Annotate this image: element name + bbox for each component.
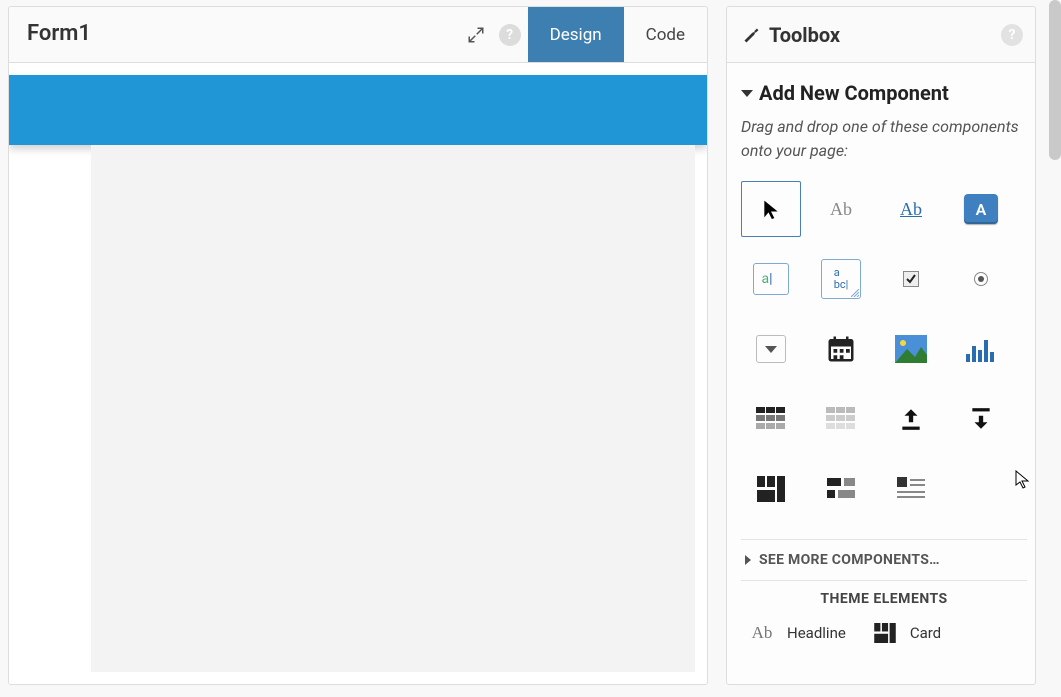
component-link[interactable]: Ab — [881, 181, 941, 237]
canvas-drop-area[interactable] — [91, 145, 695, 672]
help-icon[interactable]: ? — [492, 7, 528, 62]
caret-right-icon — [745, 555, 751, 565]
component-repeating-panel[interactable] — [811, 391, 871, 447]
component-textbox[interactable]: a| — [741, 251, 801, 307]
add-component-section[interactable]: Add New Component — [741, 81, 1027, 105]
component-data-grid[interactable] — [741, 391, 801, 447]
component-checkbox[interactable] — [881, 251, 941, 307]
component-rich-text[interactable] — [881, 461, 941, 517]
toolbox-panel: Toolbox ? Add New Component Drag and dro… — [726, 6, 1036, 685]
component-textarea[interactable]: abc| — [811, 251, 871, 307]
wrench-icon — [743, 26, 761, 44]
form-canvas[interactable] — [9, 63, 707, 684]
component-column-panel[interactable] — [741, 461, 801, 517]
theme-elements-header: THEME ELEMENTS — [741, 580, 1027, 615]
expand-icon[interactable] — [460, 7, 492, 62]
theme-item-headline[interactable]: Ab Headline — [747, 619, 846, 647]
theme-card-label: Card — [910, 624, 941, 642]
component-image[interactable] — [881, 321, 941, 377]
scrollbar[interactable] — [1049, 0, 1061, 160]
component-dropdown[interactable] — [741, 321, 801, 377]
component-plot[interactable] — [951, 321, 1011, 377]
component-file-upload[interactable] — [881, 391, 941, 447]
theme-headline-label: Headline — [787, 624, 846, 642]
component-file-download[interactable] — [951, 391, 1011, 447]
section-title-text: Add New Component — [759, 81, 949, 105]
toolbox-header: Toolbox ? — [727, 7, 1035, 63]
help-icon[interactable]: ? — [1001, 24, 1023, 46]
form-header: Form1 ? Design Code — [9, 7, 707, 63]
caret-down-icon — [741, 90, 753, 97]
see-more-components[interactable]: SEE MORE COMPONENTS… — [741, 539, 1027, 580]
toolbox-title-text: Toolbox — [769, 23, 840, 47]
see-more-label: SEE MORE COMPONENTS… — [759, 552, 940, 568]
app-bar-component[interactable] — [9, 75, 707, 145]
component-grid: Ab Ab A a| abc| — [741, 181, 1027, 517]
help-text: Drag and drop one of these components on… — [741, 115, 1027, 163]
form-title: Form1 — [9, 7, 460, 62]
tab-code[interactable]: Code — [624, 7, 707, 62]
tab-design[interactable]: Design — [528, 7, 624, 62]
theme-item-card[interactable]: Card — [870, 619, 941, 647]
card-icon — [870, 619, 900, 647]
component-label[interactable]: Ab — [811, 181, 871, 237]
component-pointer[interactable] — [741, 181, 801, 237]
component-datepicker[interactable] — [811, 321, 871, 377]
component-button[interactable]: A — [951, 181, 1011, 237]
form-panel: Form1 ? Design Code — [8, 6, 708, 685]
component-flow-panel[interactable] — [811, 461, 871, 517]
headline-icon: Ab — [747, 619, 777, 647]
component-radio[interactable] — [951, 251, 1011, 307]
